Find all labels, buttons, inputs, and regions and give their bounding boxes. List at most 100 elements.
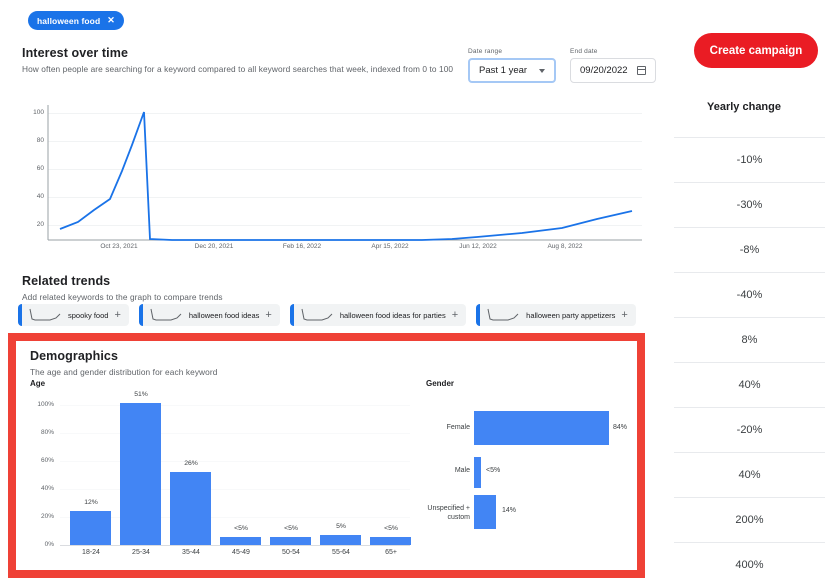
age-bar[interactable] xyxy=(270,537,311,545)
age-bar[interactable] xyxy=(170,472,211,545)
gender-bar[interactable] xyxy=(474,457,481,488)
gridline xyxy=(60,405,410,406)
end-date-control: End date 09/20/2022 xyxy=(570,48,656,83)
sparkline-icon xyxy=(29,308,61,321)
age-bar-value: 5% xyxy=(336,523,346,530)
related-trend-chip-list: spooky food + halloween food ideas + hal… xyxy=(18,304,636,326)
date-range-label: Date range xyxy=(468,48,503,55)
sparkline-icon xyxy=(150,308,182,321)
demographics-header: Demographics The age and gender distribu… xyxy=(30,349,217,377)
plus-icon[interactable]: + xyxy=(452,309,458,321)
demographics-panel-highlight: Demographics The age and gender distribu… xyxy=(8,333,645,578)
age-bar-value: 51% xyxy=(134,391,148,398)
calendar-icon[interactable] xyxy=(637,66,646,75)
related-trends-subtitle: Add related keywords to the graph to com… xyxy=(22,292,223,302)
age-bar[interactable] xyxy=(320,535,361,545)
close-icon[interactable]: ✕ xyxy=(107,16,115,25)
age-bar[interactable] xyxy=(70,511,111,545)
axis-baseline xyxy=(60,545,410,546)
gridline xyxy=(60,461,410,462)
y-axis-tick: 0% xyxy=(44,541,54,548)
sparkline-icon xyxy=(487,308,519,321)
age-bar-category: 45-49 xyxy=(232,549,250,556)
gender-bar-value: 14% xyxy=(502,507,517,514)
create-campaign-button[interactable]: Create campaign xyxy=(694,33,818,68)
chevron-down-icon[interactable] xyxy=(539,68,545,73)
yearly-change-row: -20% xyxy=(674,407,825,452)
gender-bar-chart: Female 84% Male <5% Unspecified + custom… xyxy=(416,399,641,569)
age-bar-category: 25-34 xyxy=(132,549,150,556)
right-panel: Create campaign Yearly change -10% -30% … xyxy=(660,0,825,586)
age-bar-chart: 100% 80% 60% 40% 20% 0% 12% 18-24 51% 25… xyxy=(30,391,411,569)
interest-over-time-chart: 100 80 60 40 20 Oct 23, 2021 Dec 20, 202… xyxy=(22,100,642,255)
sparkline-icon xyxy=(301,308,333,321)
age-bar-category: 35-44 xyxy=(182,549,200,556)
related-trend-label: spooky food xyxy=(68,310,109,320)
yearly-change-row: -8% xyxy=(674,227,825,272)
gridline xyxy=(60,433,410,434)
related-trend-chip[interactable]: halloween party appetizers + xyxy=(476,304,636,326)
age-bar[interactable] xyxy=(370,537,411,545)
yearly-change-row: 40% xyxy=(674,362,825,407)
yearly-change-row: -30% xyxy=(674,182,825,227)
trend-accent-bar xyxy=(138,304,143,326)
related-trend-chip[interactable]: halloween food ideas + xyxy=(138,304,280,326)
plus-icon[interactable]: + xyxy=(621,309,627,321)
related-trend-label: halloween food ideas for parties xyxy=(339,310,446,320)
age-bar[interactable] xyxy=(120,403,161,545)
related-trend-label: halloween food ideas xyxy=(188,310,260,320)
plus-icon[interactable]: + xyxy=(265,309,271,321)
age-bar[interactable] xyxy=(220,537,261,545)
related-trends-header: Related trends Add related keywords to t… xyxy=(22,274,223,302)
end-date-input[interactable]: 09/20/2022 xyxy=(570,58,656,83)
gender-bar[interactable] xyxy=(474,411,609,445)
x-axis-tick: Oct 23, 2021 xyxy=(100,243,138,250)
main-content-column: halloween food ✕ Interest over time How … xyxy=(0,0,660,586)
interest-line-plot xyxy=(47,105,642,241)
age-bar-value: 12% xyxy=(84,499,98,506)
yearly-change-row: -40% xyxy=(674,272,825,317)
end-date-value: 09/20/2022 xyxy=(580,65,628,76)
gender-category: Male xyxy=(454,467,470,474)
age-bar-value: <5% xyxy=(284,525,298,532)
interest-subtitle: How often people are searching for a key… xyxy=(22,64,454,74)
yearly-change-row: 8% xyxy=(674,317,825,362)
age-bar-category: 50-54 xyxy=(282,549,300,556)
x-axis-tick: Jun 12, 2022 xyxy=(459,243,497,250)
plus-icon[interactable]: + xyxy=(114,309,120,321)
yearly-change-row: 200% xyxy=(674,497,825,542)
y-axis-tick: 100% xyxy=(37,401,54,408)
demographics-subtitle: The age and gender distribution for each… xyxy=(30,367,218,377)
trend-accent-bar xyxy=(476,304,481,326)
keyword-chip-label: halloween food xyxy=(37,15,101,26)
date-range-value: Past 1 year xyxy=(479,65,528,76)
keyword-chip-halloween-food[interactable]: halloween food ✕ xyxy=(28,11,124,30)
date-controls: Date range Past 1 year End date 09/20/20… xyxy=(468,48,656,83)
yearly-change-row: 400% xyxy=(674,542,825,587)
date-range-select[interactable]: Past 1 year xyxy=(468,58,556,83)
page-title: Interest over time xyxy=(22,46,129,60)
trend-accent-bar xyxy=(289,304,294,326)
age-bar-category: 18-24 xyxy=(82,549,100,556)
yearly-change-row: -10% xyxy=(674,137,825,182)
related-trends-title: Related trends xyxy=(22,274,111,288)
x-axis-tick: Dec 20, 2021 xyxy=(194,243,234,250)
related-trend-chip[interactable]: halloween food ideas for parties + xyxy=(289,304,467,326)
gender-bar-value: <5% xyxy=(486,467,501,474)
y-axis-tick: 20% xyxy=(40,513,54,520)
demographics-title: Demographics xyxy=(30,349,119,363)
gender-bar[interactable] xyxy=(474,495,496,529)
related-trend-chip[interactable]: spooky food + xyxy=(18,304,129,326)
gridline xyxy=(60,489,410,490)
x-axis-tick: Aug 8, 2022 xyxy=(547,243,583,250)
gridline xyxy=(60,517,410,518)
gender-category: Female xyxy=(446,424,470,431)
yearly-change-list: -10% -30% -8% -40% 8% 40% -20% 40% 200% … xyxy=(674,137,825,587)
gender-bar-value: 84% xyxy=(613,424,628,431)
age-bar-category: 65+ xyxy=(385,549,397,556)
age-bar-value: <5% xyxy=(384,525,398,532)
age-bar-value: <5% xyxy=(234,525,248,532)
related-trend-label: halloween party appetizers xyxy=(526,310,616,320)
gender-chart-title: Gender xyxy=(426,379,455,388)
keyword-chip-list: halloween food ✕ xyxy=(28,11,124,30)
